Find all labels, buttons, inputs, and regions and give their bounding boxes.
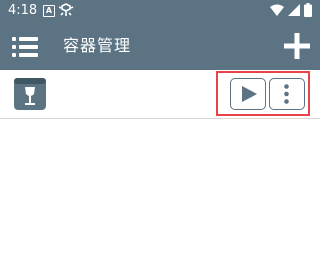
wifi-icon bbox=[270, 4, 284, 16]
bug-notification-icon bbox=[58, 3, 74, 16]
status-bar: 4:18 A bbox=[0, 0, 320, 22]
container-list-item[interactable] bbox=[0, 70, 320, 119]
battery-icon bbox=[304, 3, 312, 17]
signal-icon bbox=[288, 4, 300, 16]
status-time: 4:18 bbox=[8, 3, 38, 18]
run-container-button[interactable] bbox=[230, 78, 266, 110]
play-icon bbox=[242, 86, 257, 102]
a-notification-icon: A bbox=[43, 5, 55, 17]
more-vertical-icon bbox=[284, 84, 289, 104]
page-title: 容器管理 bbox=[63, 36, 132, 55]
hamburger-menu-icon[interactable] bbox=[12, 36, 38, 58]
plus-icon[interactable] bbox=[284, 33, 310, 59]
app-bar: 容器管理 bbox=[0, 22, 320, 70]
wine-glass-container-icon bbox=[14, 78, 46, 110]
container-more-options-button[interactable] bbox=[269, 78, 305, 110]
